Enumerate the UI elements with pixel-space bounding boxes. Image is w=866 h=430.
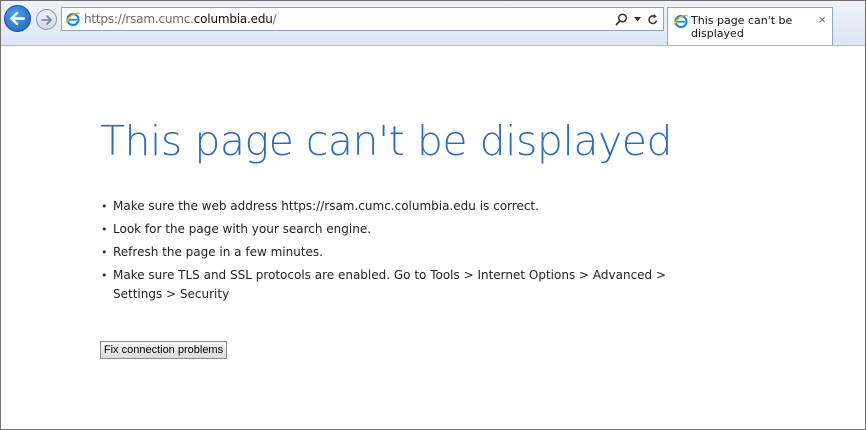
forward-arrow-icon [41, 14, 52, 25]
list-item: Make sure TLS and SSL protocols are enab… [100, 266, 700, 304]
address-tools [615, 11, 659, 27]
url-suffix: / [272, 12, 277, 26]
list-item: Make sure the web address https://rsam.c… [100, 197, 700, 216]
back-arrow-icon [10, 12, 25, 25]
close-icon[interactable]: × [818, 12, 826, 27]
ie-logo-icon [65, 12, 80, 27]
list-item: Look for the page with your search engin… [100, 220, 700, 239]
page-title: This page can't be displayed [100, 117, 672, 165]
back-button[interactable] [4, 5, 31, 32]
list-item: Refresh the page in a few minutes. [100, 243, 700, 262]
address-bar[interactable]: https://rsam.cumc.columbia.edu/ [61, 7, 664, 31]
forward-button[interactable] [36, 9, 57, 30]
dropdown-icon[interactable] [634, 16, 641, 22]
tab-active[interactable]: This page can't be displayed × [667, 7, 833, 45]
fix-connection-problems-button[interactable]: Fix connection problems [100, 341, 227, 359]
search-icon[interactable] [615, 12, 628, 26]
url-prefix: https://rsam.cumc. [84, 12, 194, 26]
refresh-icon[interactable] [647, 13, 659, 26]
ie-logo-icon [673, 14, 688, 29]
address-url[interactable]: https://rsam.cumc.columbia.edu/ [84, 12, 277, 26]
browser-toolbar: https://rsam.cumc.columbia.edu/ This pag… [1, 1, 865, 46]
url-domain: columbia.edu [193, 12, 273, 26]
suggestions-list: Make sure the web address https://rsam.c… [100, 197, 700, 308]
tab-title: This page can't be displayed [691, 14, 793, 40]
